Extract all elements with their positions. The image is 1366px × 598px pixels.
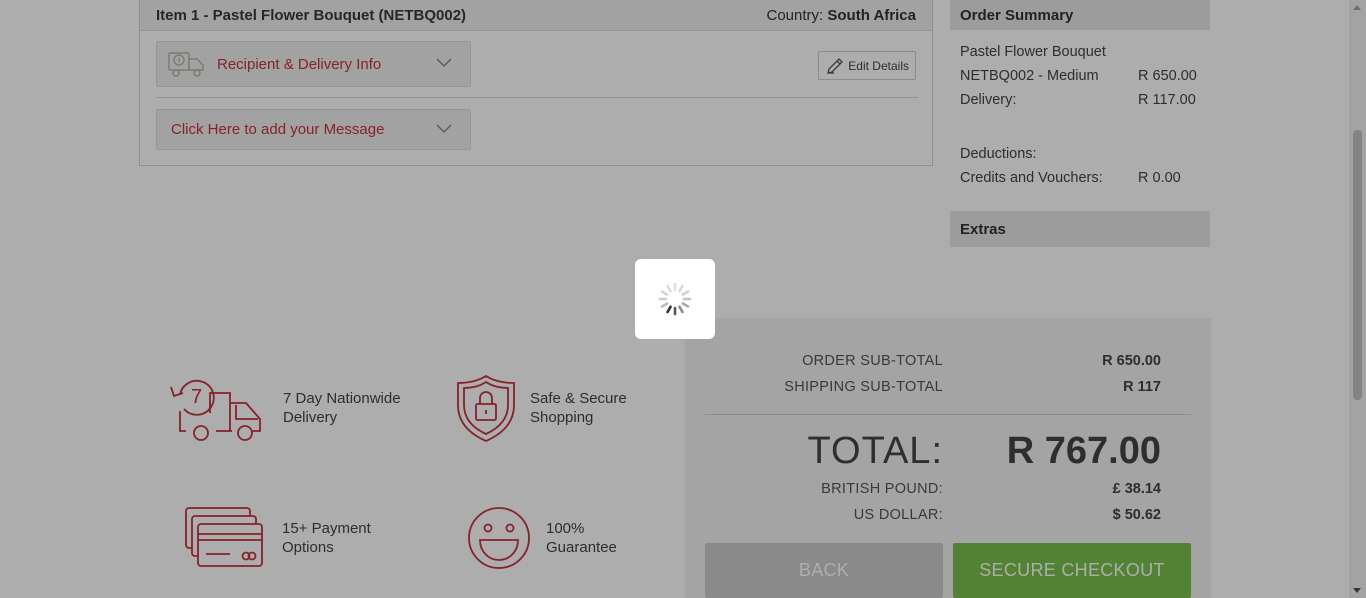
loading-overlay — [0, 0, 1366, 598]
loading-spinner-icon — [658, 282, 692, 316]
loading-dialog — [635, 259, 715, 339]
